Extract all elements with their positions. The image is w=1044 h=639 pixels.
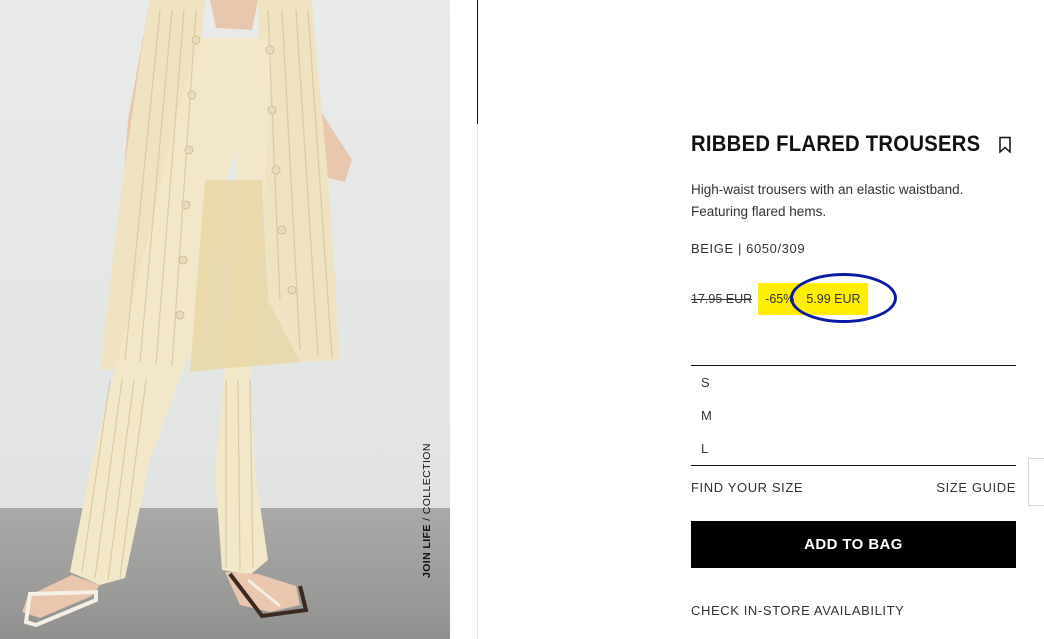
- collection-caption-bold: JOIN LIFE: [421, 524, 433, 578]
- old-price: 17.95 EUR: [691, 292, 753, 306]
- collection-caption: JOIN LIFE / COLLECTION: [421, 443, 433, 578]
- price-row: 17.95 EUR -65% 5.99 EUR: [691, 283, 868, 315]
- gallery-scroll-track[interactable]: [477, 124, 478, 639]
- discount-badge: -65%: [765, 292, 795, 306]
- size-selector: S M L: [691, 365, 1016, 466]
- bookmark-icon[interactable]: [997, 136, 1013, 154]
- product-image[interactable]: JOIN LIFE / COLLECTION: [0, 0, 450, 639]
- current-price: 5.99 EUR: [806, 292, 861, 306]
- sale-price-block: -65% 5.99 EUR: [758, 283, 868, 315]
- side-panel-tab[interactable]: [1028, 458, 1044, 506]
- collection-caption-rest: / COLLECTION: [421, 443, 433, 525]
- size-option-s[interactable]: S: [701, 375, 710, 390]
- size-option-m[interactable]: M: [701, 408, 712, 423]
- find-your-size-link[interactable]: FIND YOUR SIZE: [691, 480, 803, 495]
- size-option-l[interactable]: L: [701, 441, 708, 456]
- color-reference: BEIGE | 6050/309: [691, 241, 806, 256]
- bookmark-icon-shape: [999, 136, 1011, 154]
- check-in-store-availability-link[interactable]: CHECK IN-STORE AVAILABILITY: [691, 603, 904, 618]
- product-title: RIBBED FLARED TROUSERS: [691, 131, 981, 156]
- model-illustration: [22, 0, 352, 628]
- product-description: High-waist trousers with an elastic wais…: [691, 182, 964, 219]
- gallery-progress-indicator: [477, 0, 478, 124]
- size-guide-link[interactable]: SIZE GUIDE: [936, 480, 1016, 495]
- add-to-bag-button[interactable]: ADD TO BAG: [691, 521, 1016, 568]
